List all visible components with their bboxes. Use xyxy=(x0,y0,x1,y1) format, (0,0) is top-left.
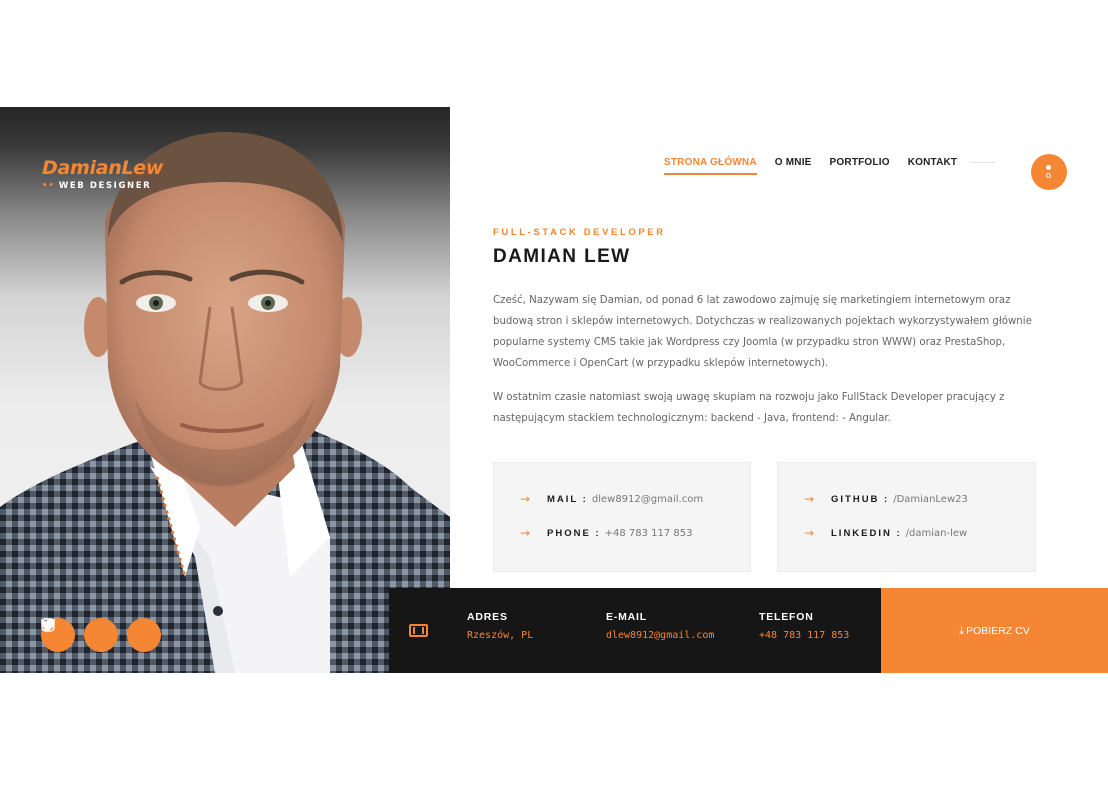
download-cv-label: POBIERZ CV xyxy=(966,624,1030,637)
contact-row-phone[interactable]: → PHONE : +48 783 117 853 xyxy=(520,526,693,540)
info-email: E-MAIL dlew8912@gmail.com xyxy=(606,611,714,641)
contact-box-right: → GITHUB : /DamianLew23 → LINKEDIN : /da… xyxy=(777,462,1036,572)
instagram-button[interactable] xyxy=(41,618,161,652)
instagram-icon xyxy=(41,618,55,632)
arrow-right-icon: → xyxy=(520,492,531,506)
portrait-panel: DamianLew •• WEB DESIGNER xyxy=(0,107,450,673)
contact-value: /damian-lew xyxy=(905,527,968,539)
twitter-button[interactable] xyxy=(41,618,118,652)
contact-row-mail[interactable]: → MAIL : dlew8912@gmail.com xyxy=(520,492,703,506)
menu-toggle-button[interactable] xyxy=(1031,154,1067,190)
info-phone: TELEFON +48 783 117 853 xyxy=(759,611,849,641)
info-value[interactable]: +48 783 117 853 xyxy=(759,630,849,641)
contact-box-left: → MAIL : dlew8912@gmail.com → PHONE : +4… xyxy=(493,462,751,572)
brand-tagline: •• WEB DESIGNER xyxy=(42,181,163,191)
brand-tagline-text: WEB DESIGNER xyxy=(58,181,152,191)
menu-ring-icon xyxy=(1046,173,1051,178)
info-heading: E-MAIL xyxy=(606,611,647,623)
contact-label: GITHUB : xyxy=(831,493,890,505)
arrow-right-icon: → xyxy=(804,492,815,506)
page-title: DAMIAN LEW xyxy=(493,246,631,267)
contact-label: MAIL : xyxy=(547,493,588,505)
intro-paragraph-2: W ostatnim czasie natomiast swoją uwagę … xyxy=(493,392,1005,424)
info-address: ADRES Rzeszów, PL xyxy=(467,611,533,641)
menu-dot-icon xyxy=(1046,165,1051,170)
contact-row-linkedin[interactable]: → LINKEDIN : /damian-lew xyxy=(804,526,967,540)
contact-label: LINKEDIN : xyxy=(831,527,902,539)
tablet-icon xyxy=(409,624,428,637)
info-value[interactable]: dlew8912@gmail.com xyxy=(606,630,714,641)
contact-row-github[interactable]: → GITHUB : /DamianLew23 xyxy=(804,492,968,506)
main-nav: STRONA GŁÓWNA O MNIE PORTFOLIO KONTAKT xyxy=(664,157,957,175)
nav-item-portfolio[interactable]: PORTFOLIO xyxy=(830,157,890,175)
contact-value: /DamianLew23 xyxy=(893,493,968,505)
nav-item-about[interactable]: O MNIE xyxy=(775,157,812,175)
hero-section: DamianLew •• WEB DESIGNER STRONA GŁÓWNA O… xyxy=(0,107,1108,673)
info-bar: ADRES Rzeszów, PL E-MAIL dlew8912@gmail.… xyxy=(389,588,881,673)
social-links xyxy=(41,618,161,652)
nav-item-contact[interactable]: KONTAKT xyxy=(908,157,958,175)
role-kicker: FULL-STACK DEVELOPER xyxy=(493,227,666,238)
portrait-photo xyxy=(0,132,450,673)
download-icon: ⤓ xyxy=(959,623,965,637)
info-value: Rzeszów, PL xyxy=(467,630,534,641)
brand-dots: •• xyxy=(42,181,55,191)
intro-paragraph-1: Cześć, Nazywam się Damian, od ponad 6 la… xyxy=(493,295,1032,369)
info-heading: ADRES xyxy=(467,611,508,623)
arrow-right-icon: → xyxy=(804,526,815,540)
brand-name: DamianLew xyxy=(42,157,164,179)
download-cv-button[interactable]: ⤓ POBIERZ CV xyxy=(881,588,1108,673)
brand-logo[interactable]: DamianLew •• WEB DESIGNER xyxy=(42,157,163,191)
nav-item-home[interactable]: STRONA GŁÓWNA xyxy=(664,157,757,175)
contact-value: +48 783 117 853 xyxy=(604,527,693,539)
nav-divider xyxy=(970,162,996,163)
info-heading: TELEFON xyxy=(759,611,814,623)
contact-label: PHONE : xyxy=(547,527,601,539)
contact-value: dlew8912@gmail.com xyxy=(591,493,704,505)
arrow-right-icon: → xyxy=(520,526,531,540)
